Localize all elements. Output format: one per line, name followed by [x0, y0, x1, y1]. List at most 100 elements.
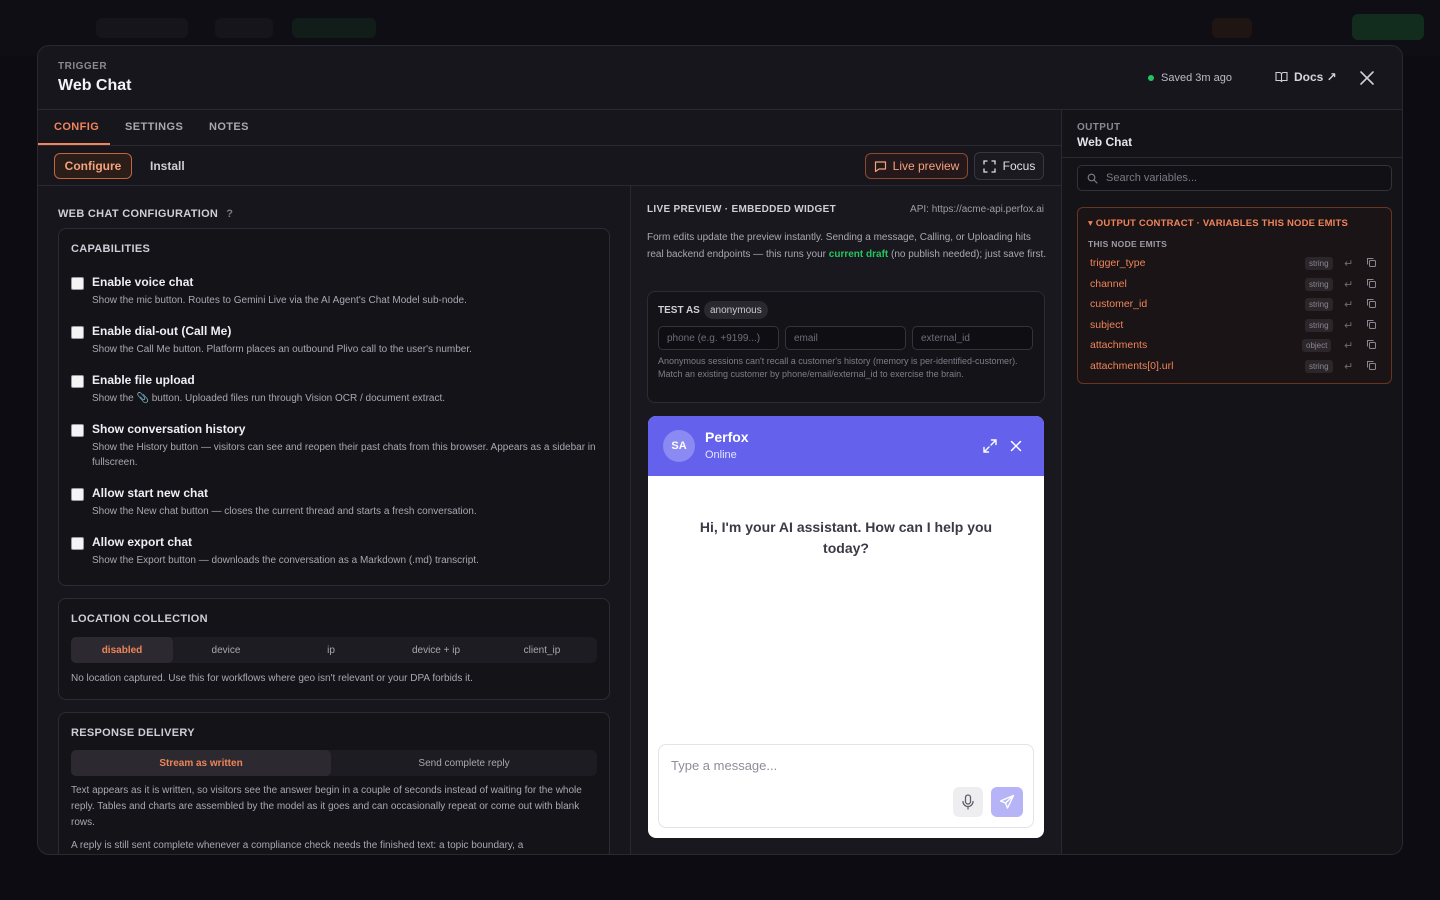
help-icon[interactable]: ?	[226, 208, 233, 220]
tab-bar: CONFIG SETTINGS NOTES	[38, 110, 1061, 146]
file-upload-checkbox[interactable]	[71, 375, 84, 388]
insert-icon[interactable]: ↵	[1344, 319, 1353, 332]
variable-search-input[interactable]: Search variables...	[1077, 165, 1392, 191]
variable-row[interactable]: customer_id string ↵	[1090, 296, 1380, 312]
output-kicker: OUTPUT	[1077, 122, 1121, 133]
location-option-device-ip[interactable]: device + ip	[383, 637, 489, 663]
tab-notes[interactable]: NOTES	[209, 121, 249, 133]
focus-label: Focus	[1002, 159, 1036, 173]
insert-icon[interactable]: ↵	[1344, 257, 1353, 270]
configure-button[interactable]: Configure	[54, 153, 132, 179]
widget-header: SA Perfox Online	[648, 416, 1044, 476]
chat-bubble-icon	[874, 160, 887, 173]
response-delivery-card: RESPONSE DELIVERY Stream as written Send…	[58, 712, 610, 854]
anonymous-badge: anonymous	[704, 301, 768, 319]
capabilities-heading: CAPABILITIES	[71, 243, 151, 255]
capability-label: Show conversation history	[92, 422, 246, 436]
variable-name: attachments[0].url	[1090, 359, 1174, 372]
widget-close-icon[interactable]	[1008, 438, 1024, 454]
book-icon	[1275, 71, 1288, 83]
variable-row[interactable]: trigger_type string ↵	[1090, 255, 1380, 271]
insert-icon[interactable]: ↵	[1344, 360, 1353, 373]
output-contract-toggle[interactable]: ▾ OUTPUT CONTRACT · VARIABLES THIS NODE …	[1088, 218, 1348, 229]
variable-name: customer_id	[1090, 298, 1148, 310]
background-breadcrumb	[96, 18, 188, 38]
conversation-history-checkbox[interactable]	[71, 424, 84, 437]
saved-dot-icon	[1148, 75, 1154, 81]
insert-icon[interactable]: ↵	[1344, 339, 1353, 352]
capability-description: Show the Call Me button. Platform places…	[92, 344, 472, 355]
variable-type-badge: string	[1305, 359, 1333, 373]
copy-icon[interactable]	[1366, 257, 1377, 268]
copy-icon[interactable]	[1366, 339, 1377, 350]
variable-name: channel	[1090, 277, 1127, 290]
docs-link[interactable]: Docs ↗	[1275, 70, 1337, 84]
voice-chat-checkbox[interactable]	[71, 277, 84, 290]
mic-icon[interactable]	[953, 787, 983, 817]
email-input[interactable]: email	[785, 326, 906, 350]
message-input-placeholder[interactable]: Type a message...	[671, 758, 777, 773]
external-id-input[interactable]: external_id	[912, 326, 1033, 350]
close-icon[interactable]	[1358, 69, 1376, 87]
variable-type-badge: string	[1305, 257, 1333, 270]
location-option-disabled[interactable]: disabled	[71, 637, 173, 663]
delivery-option-complete[interactable]: Send complete reply	[331, 750, 597, 776]
capability-label: Allow start new chat	[92, 486, 209, 500]
background-tag	[215, 18, 273, 38]
variable-name: trigger_type	[1090, 257, 1146, 269]
copy-icon[interactable]	[1366, 298, 1377, 309]
new-chat-checkbox[interactable]	[71, 488, 84, 501]
location-option-client-ip[interactable]: client_ip	[489, 637, 595, 663]
dial-out-checkbox[interactable]	[71, 326, 84, 339]
phone-input[interactable]: phone (e.g. +9199...)	[658, 326, 779, 350]
variable-row[interactable]: attachments object ↵	[1090, 337, 1380, 353]
copy-icon[interactable]	[1366, 278, 1377, 289]
variable-row[interactable]: subject string ↵	[1090, 317, 1380, 333]
preview-description-tail: (no publish needed); just save first.	[888, 248, 1047, 260]
capability-description: Show the History button — visitors can s…	[92, 442, 596, 468]
install-button[interactable]: Install	[142, 153, 193, 179]
output-contract-card: ▾ OUTPUT CONTRACT · VARIABLES THIS NODE …	[1077, 207, 1392, 384]
focus-button[interactable]: Focus	[974, 152, 1044, 180]
node-title: Web Chat	[58, 77, 132, 94]
test-as-label: TEST AS	[658, 305, 700, 316]
location-note: No location captured. Use this for workf…	[71, 673, 473, 684]
copy-icon[interactable]	[1366, 319, 1377, 330]
insert-icon[interactable]: ↵	[1344, 298, 1353, 311]
capabilities-card: CAPABILITIES Enable voice chat Show the …	[58, 228, 610, 586]
output-title: Web Chat	[1077, 135, 1133, 149]
capability-label: Allow export chat	[92, 535, 193, 549]
live-preview-button[interactable]: Live preview	[865, 153, 968, 179]
location-option-device[interactable]: device	[173, 637, 279, 663]
expand-icon[interactable]	[982, 438, 998, 454]
variable-type-badge: object	[1302, 339, 1332, 352]
export-chat-checkbox[interactable]	[71, 537, 84, 550]
save-status: Saved 3m ago	[1148, 72, 1232, 84]
delivery-option-stream[interactable]: Stream as written	[71, 750, 331, 776]
message-composer[interactable]: Type a message...	[658, 744, 1034, 828]
delivery-note: Text appears as it is written, so visito…	[71, 785, 582, 828]
capability-description: Show the mic button. Routes to Gemini Li…	[92, 295, 467, 306]
node-config-modal: TRIGGER Web Chat Saved 3m ago Docs ↗ CON…	[37, 45, 1403, 855]
insert-icon[interactable]: ↵	[1344, 278, 1353, 291]
configuration-form: WEB CHAT CONFIGURATION ? CAPABILITIES En…	[38, 186, 630, 854]
avatar: SA	[663, 430, 695, 462]
variable-row[interactable]: attachments[0].url string ↵	[1090, 358, 1380, 374]
widget-bot-name: Perfox	[705, 429, 749, 445]
tab-settings[interactable]: SETTINGS	[125, 121, 183, 133]
delivery-note-continued: A reply is still sent complete whenever …	[71, 840, 524, 851]
tab-config[interactable]: CONFIG	[54, 121, 99, 133]
copy-icon[interactable]	[1366, 360, 1377, 371]
current-draft-highlight: current draft	[828, 248, 889, 260]
chat-widget: SA Perfox Online Hi, I'm your AI assista…	[648, 416, 1044, 838]
capability-label: Enable file upload	[92, 373, 195, 387]
modal-header: TRIGGER Web Chat Saved 3m ago Docs ↗	[38, 46, 1402, 110]
variable-row[interactable]: channel string ↵	[1090, 276, 1380, 292]
node-kind-label: TRIGGER	[58, 61, 108, 72]
capability-label: Enable dial-out (Call Me)	[92, 324, 232, 338]
variable-type-badge: string	[1305, 318, 1333, 332]
send-icon[interactable]	[991, 787, 1023, 817]
widget-status: Online	[705, 449, 737, 461]
location-option-ip[interactable]: ip	[279, 637, 383, 663]
live-preview-panel: LIVE PREVIEW · EMBEDDED WIDGET API: http…	[630, 186, 1061, 854]
